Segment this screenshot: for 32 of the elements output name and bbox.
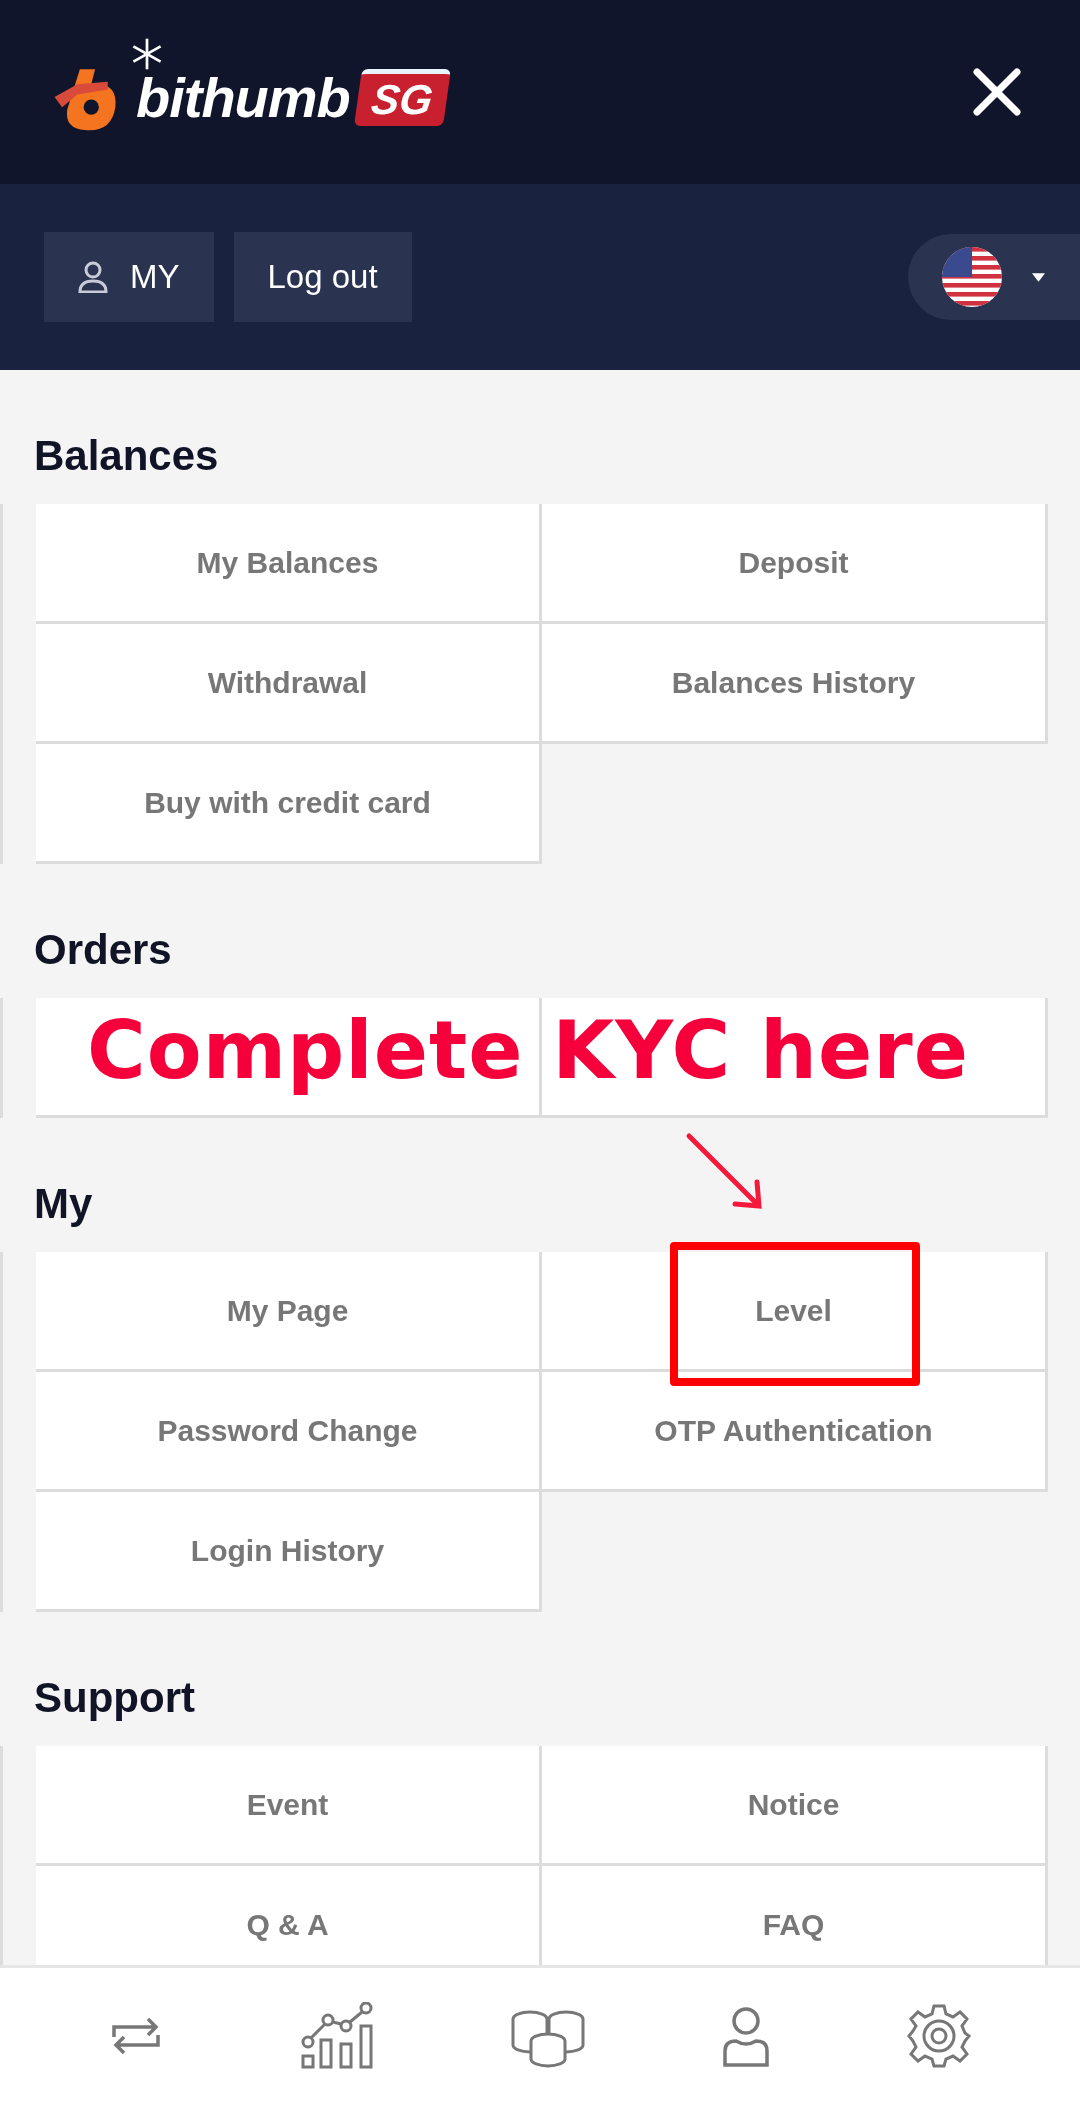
menu-item[interactable]: Event [36, 1746, 542, 1866]
snowflake-icon [130, 37, 164, 71]
menu-item[interactable]: FAQ [542, 1866, 1048, 1965]
caret-icon [1032, 272, 1045, 282]
close-icon[interactable] [972, 67, 1022, 117]
user-icon[interactable] [722, 2005, 770, 2067]
language-selector[interactable] [908, 234, 1080, 320]
menu-item[interactable]: Login History [36, 1492, 542, 1612]
chart-icon[interactable] [300, 2002, 374, 2070]
section-heading: Orders [34, 926, 172, 975]
settings-icon[interactable] [906, 2003, 972, 2069]
menu-item[interactable]: Q & A [36, 1866, 542, 1965]
section-heading: My [34, 1180, 93, 1229]
logo-text: bithumb [136, 64, 350, 130]
account-button[interactable]: MY [44, 232, 214, 322]
annotation-text: Complete KYC here [87, 1004, 969, 1097]
section-heading: Support [34, 1674, 195, 1723]
flag-icon [942, 247, 1002, 307]
user-icon [78, 261, 108, 293]
menu-item[interactable]: Deposit [542, 504, 1048, 624]
menu-item[interactable]: Notice [542, 1746, 1048, 1866]
menu-item[interactable]: OTP Authentication [542, 1372, 1048, 1492]
logo-badge: SG [353, 68, 451, 126]
section-heading: Balances [34, 432, 219, 481]
menu-item[interactable]: Password Change [36, 1372, 542, 1492]
menu-item[interactable]: Buy with credit card [36, 744, 542, 864]
menu-item[interactable]: My Page [36, 1252, 542, 1372]
account-button[interactable]: Log out [233, 232, 412, 322]
menu-item[interactable]: My Balances [36, 504, 542, 624]
menu-item[interactable]: Balances History [542, 624, 1048, 744]
menu-item[interactable]: Level [542, 1252, 1048, 1372]
menu-item[interactable]: Withdrawal [36, 624, 542, 744]
